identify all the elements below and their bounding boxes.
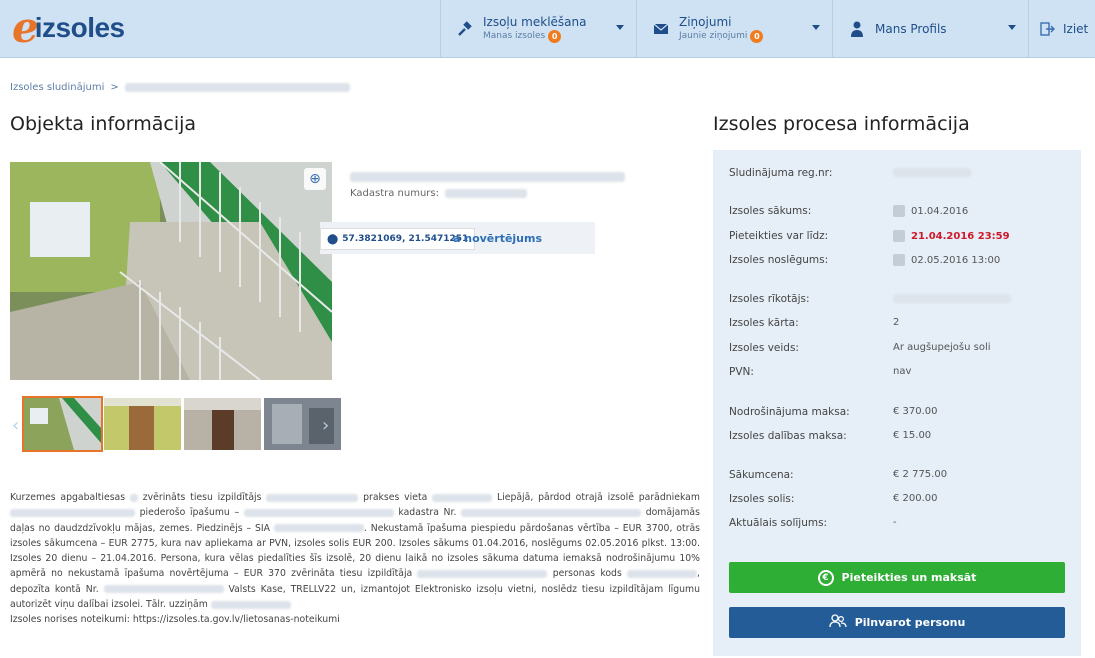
photo-thumbnails [22, 396, 341, 452]
nav-profile-menu[interactable]: Mans Profils [832, 0, 1028, 58]
desc-text: zvērināts tiesu izpildītājs [142, 492, 262, 503]
chevron-right-icon[interactable]: › [322, 415, 329, 436]
izsoles-logo[interactable]: e izsoles [12, 7, 125, 49]
desc-text: personas kods [552, 568, 622, 580]
end-label: Izsoles noslēgums: [729, 254, 829, 266]
auction-description: Kurzemes apgabaltiesas zvērināts tiesu i… [10, 490, 700, 628]
chevron-left-icon[interactable]: ‹ [12, 415, 19, 436]
deposit-label: Nodrošinājuma maksa: [729, 406, 850, 418]
zoom-icon[interactable]: ⊕ [304, 168, 326, 190]
vat-value: nav [893, 366, 912, 377]
breadcrumb-separator: > [110, 82, 119, 93]
nav-search-title: Izsoļu meklēšana [483, 15, 587, 29]
desc-text: kadastra Nr. [398, 507, 457, 519]
top-navigation-bar: e izsoles Izsoļu meklēšana Manas izsoles… [0, 0, 1095, 58]
chevron-down-icon [616, 25, 624, 30]
step-label: Izsoles solis: [729, 493, 795, 505]
thumbnail[interactable] [104, 398, 181, 450]
organizer-label: Izsoles rīkotājs: [729, 293, 810, 305]
logout-icon [1037, 19, 1057, 39]
breadcrumb-root[interactable]: Izsoles sludinājumi [10, 82, 104, 93]
chevron-down-icon [812, 25, 820, 30]
fee-label: Izsoles dalības maksa: [729, 430, 847, 442]
end-value: 02.05.2016 13:00 [893, 254, 1000, 266]
property-address-redacted [350, 167, 625, 186]
type-value: Ar augšupejošu soli [893, 342, 991, 353]
desc-text: Kurzemes apgabaltiesas [10, 492, 126, 503]
thumbnail[interactable] [184, 398, 261, 450]
type-label: Izsoles veids: [729, 342, 799, 354]
reg-nr-value-redacted [893, 168, 971, 177]
thumbnail[interactable] [22, 396, 103, 452]
auction-rules-link[interactable]: Izsoles norises noteikumi: https://izsol… [10, 614, 340, 625]
nav-messages-badge: 0 [750, 29, 764, 43]
map-pin-icon: ⬤ [327, 233, 339, 245]
process-info-heading: Izsoles procesa informācija [713, 113, 970, 135]
apply-and-pay-button[interactable]: € Pieteikties un maksāt [729, 562, 1065, 593]
start-price-label: Sākumcena: [729, 469, 794, 481]
desc-text: uzziņām [168, 599, 208, 611]
round-value: 2 [893, 317, 900, 328]
property-main-photo[interactable]: ⊕ [10, 162, 332, 380]
coordinates-text: 57.3821069, 21.5471251 [342, 234, 469, 244]
nav-messages-sub: Jaunie ziņojumi [679, 31, 748, 41]
user-icon [847, 19, 867, 39]
nav-search-menu[interactable]: Izsoļu meklēšana Manas izsoles 0 [440, 0, 636, 58]
authorize-person-button[interactable]: Pilnvarot personu [729, 607, 1065, 638]
users-icon [829, 614, 847, 631]
logout-label: Iziet [1063, 22, 1089, 36]
vat-label: PVN: [729, 366, 754, 378]
desc-text: prakses vieta [363, 492, 428, 503]
apply-until-date: 21.04.2016 23:59 [911, 230, 1010, 242]
envelope-icon [651, 19, 671, 39]
object-info-heading: Objekta informācija [10, 113, 197, 135]
nav-search-badge: 0 [548, 29, 562, 43]
step-value: € 200.00 [893, 493, 938, 504]
nav-messages-title: Ziņojumi [679, 15, 732, 29]
apply-until-label: Pieteikties var līdz: [729, 230, 829, 242]
current-bid-label: Aktuālais solījums: [729, 517, 828, 529]
euro-circle-icon: € [817, 569, 834, 586]
cadastre-label: Kadastra numurs: [350, 188, 439, 199]
calendar-icon [893, 205, 905, 217]
nav-profile-title: Mans Profils [875, 22, 947, 36]
cadastre-number: Kadastra numurs: [350, 188, 527, 199]
valuation-link[interactable]: a novērtējums [453, 232, 542, 245]
apply-and-pay-label: Pieteikties un maksāt [841, 571, 977, 584]
logo-word: izsoles [34, 12, 125, 43]
start-date: 01.04.2016 [911, 205, 969, 217]
breadcrumb-current-redacted [124, 83, 350, 92]
breadcrumb: Izsoles sludinājumi > [10, 82, 350, 93]
start-value: 01.04.2016 [893, 205, 968, 217]
organizer-value-redacted[interactable] [893, 294, 1011, 303]
calendar-icon [893, 254, 905, 266]
thumbnail[interactable] [264, 398, 341, 450]
chevron-down-icon [1008, 25, 1016, 30]
start-price-value: € 2 775.00 [893, 469, 948, 480]
current-bid-value: - [893, 517, 897, 528]
deposit-value: € 370.00 [893, 406, 938, 417]
nav-messages-menu[interactable]: Ziņojumi Jaunie ziņojumi 0 [636, 0, 832, 58]
authorize-person-label: Pilnvarot personu [854, 616, 966, 629]
cadastre-value-redacted [444, 189, 527, 198]
auction-process-panel: Sludinājuma reg.nr: Izsoles sākums: 01.0… [713, 150, 1081, 656]
desc-text: Liepājā, pārdod otrajā izsolē parādnieka… [496, 492, 700, 503]
gavel-icon [455, 19, 475, 39]
end-date: 02.05.2016 13:00 [911, 254, 1001, 266]
fee-value: € 15.00 [893, 430, 932, 441]
nav-search-sub: Manas izsoles [483, 31, 546, 41]
start-label: Izsoles sākums: [729, 205, 812, 217]
desc-text: piederošo īpašumu – [139, 507, 240, 519]
round-label: Izsoles kārta: [729, 317, 799, 329]
logout-button[interactable]: Iziet [1028, 0, 1095, 58]
reg-nr-label: Sludinājuma reg.nr: [729, 167, 833, 179]
apply-until-value: 21.04.2016 23:59 [893, 230, 1010, 242]
calendar-icon [893, 230, 905, 242]
